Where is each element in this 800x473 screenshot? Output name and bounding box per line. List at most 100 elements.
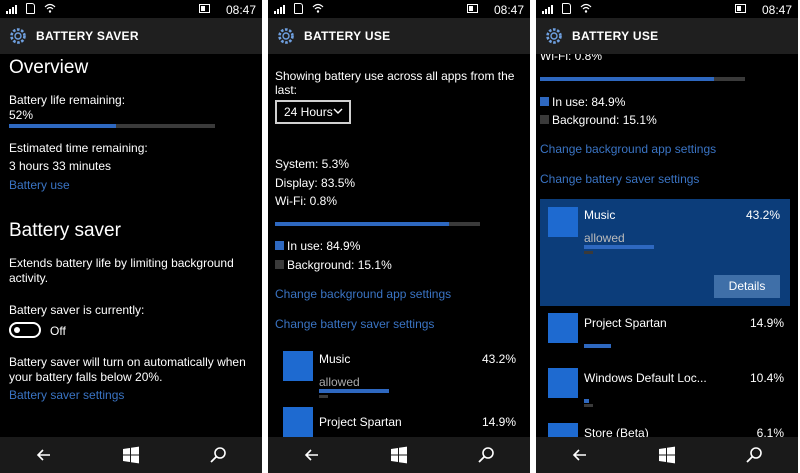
in-use-swatch (275, 241, 284, 250)
auto-saver-text: Battery saver will turn on automatically… (9, 355, 246, 384)
back-icon[interactable] (569, 444, 591, 466)
background-usage: Background: 15.1% (287, 258, 392, 272)
usage-bar (540, 77, 745, 81)
background-swatch (540, 115, 549, 124)
battery-use-screen: 08:47 BATTERY USE Showing battery use ac… (268, 0, 530, 473)
time-range-dropdown[interactable]: 24 Hours (275, 100, 351, 124)
wifi-icon (312, 3, 324, 13)
app-percent: 10.4% (749, 371, 784, 385)
page-title: BATTERY USE (572, 29, 659, 43)
windows-icon[interactable] (120, 444, 142, 466)
app-percent: 14.9% (749, 316, 784, 330)
app-header: BATTERY USE (536, 18, 798, 54)
app-usage-bar (584, 344, 611, 348)
change-saver-settings-link[interactable]: Change battery saver settings (275, 317, 434, 331)
status-bar: 08:47 (0, 0, 262, 18)
overview-heading: Overview (9, 57, 89, 78)
app-percent: 43.2% (745, 208, 780, 222)
gear-icon (278, 28, 294, 44)
app-name: Windows Default Loc... (584, 371, 707, 385)
battery-icon (735, 4, 746, 13)
in-use-swatch (540, 97, 549, 106)
nav-bar (0, 437, 262, 473)
spartan-app-icon (548, 313, 578, 343)
wifi-icon (44, 3, 56, 13)
battery-use-scrolled-screen: 08:47 BATTERY USE Wi-Fi: 0.8% In use: 84… (536, 0, 798, 473)
app-status: allowed (319, 375, 360, 389)
display-usage: Display: 83.5% (275, 176, 356, 190)
store-app-icon (548, 423, 578, 437)
music-app-icon (548, 207, 578, 237)
status-bar: 08:47 (268, 0, 530, 18)
search-icon[interactable] (207, 444, 229, 466)
battery-life-bar (9, 124, 215, 128)
change-background-settings-link[interactable]: Change background app settings (275, 287, 451, 301)
gear-icon (10, 28, 26, 44)
app-background-bar (319, 395, 328, 398)
sim-icon (562, 3, 571, 14)
toggle-state: Off (50, 324, 66, 338)
app-name: Store (Beta) (584, 426, 649, 437)
signal-icon (6, 5, 17, 14)
selected-list-item[interactable]: Music 43.2% allowed Details (540, 199, 790, 306)
in-use-usage: In use: 84.9% (287, 239, 361, 253)
spartan-app-icon (283, 407, 313, 437)
nav-bar (268, 437, 530, 473)
app-usage-bar (584, 399, 589, 403)
page-title: BATTERY SAVER (36, 29, 139, 43)
app-name: Project Spartan (319, 415, 402, 429)
battery-life-value: 52% (9, 108, 34, 122)
app-name: Music (319, 352, 351, 366)
wifi-icon (580, 3, 592, 13)
chevron-down-icon (333, 108, 343, 114)
back-icon[interactable] (301, 444, 323, 466)
app-percent: 6.1% (756, 426, 784, 437)
estimated-time-label: Estimated time remaining: (9, 141, 148, 155)
signal-icon (274, 5, 285, 14)
music-app-icon (283, 351, 313, 381)
back-icon[interactable] (33, 444, 55, 466)
battery-life-label: Battery life remaining: (9, 93, 126, 107)
app-background-bar (584, 404, 593, 407)
location-app-icon (548, 368, 578, 398)
app-header: BATTERY SAVER (0, 18, 262, 54)
app-percent: 43.2% (481, 352, 516, 366)
battery-use-link[interactable]: Battery use (9, 178, 70, 192)
battery-saver-description: Extends battery life by limiting backgro… (9, 256, 234, 285)
app-name: Project Spartan (584, 316, 667, 330)
app-header: BATTERY USE (268, 18, 530, 54)
in-use-usage: In use: 84.9% (552, 95, 626, 109)
change-saver-settings-link[interactable]: Change battery saver settings (540, 172, 699, 186)
signal-icon (542, 5, 553, 14)
usage-bar (275, 222, 480, 226)
saver-currently-label: Battery saver is currently: (9, 303, 145, 317)
page-title: BATTERY USE (304, 29, 391, 43)
battery-saver-settings-link[interactable]: Battery saver settings (9, 388, 124, 402)
app-background-bar (584, 251, 593, 254)
sim-icon (294, 3, 303, 14)
estimated-time-value: 3 hours 33 minutes (9, 159, 112, 173)
status-bar: 08:47 (536, 0, 798, 18)
windows-icon[interactable] (656, 444, 678, 466)
clock: 08:47 (761, 3, 792, 17)
dropdown-value: 24 Hours (284, 105, 333, 119)
battery-saver-screen: 08:47 BATTERY SAVER Overview Battery lif… (0, 0, 262, 473)
app-status: allowed (584, 231, 625, 245)
windows-icon[interactable] (388, 444, 410, 466)
clock: 08:47 (493, 3, 524, 17)
gear-icon (546, 28, 562, 44)
battery-icon (467, 4, 478, 13)
change-background-settings-link[interactable]: Change background app settings (540, 142, 716, 156)
app-name: Music (584, 208, 616, 222)
search-icon[interactable] (743, 444, 765, 466)
app-usage-bar (319, 389, 389, 393)
wifi-usage: Wi-Fi: 0.8% (275, 194, 338, 208)
search-icon[interactable] (475, 444, 497, 466)
sim-icon (26, 3, 35, 14)
battery-saver-toggle[interactable] (9, 322, 41, 338)
battery-icon (199, 4, 210, 13)
system-usage: System: 5.3% (275, 157, 350, 171)
background-usage: Background: 15.1% (552, 113, 657, 127)
showing-text: Showing battery use across all apps from… (275, 69, 515, 97)
details-button[interactable]: Details (714, 275, 780, 298)
